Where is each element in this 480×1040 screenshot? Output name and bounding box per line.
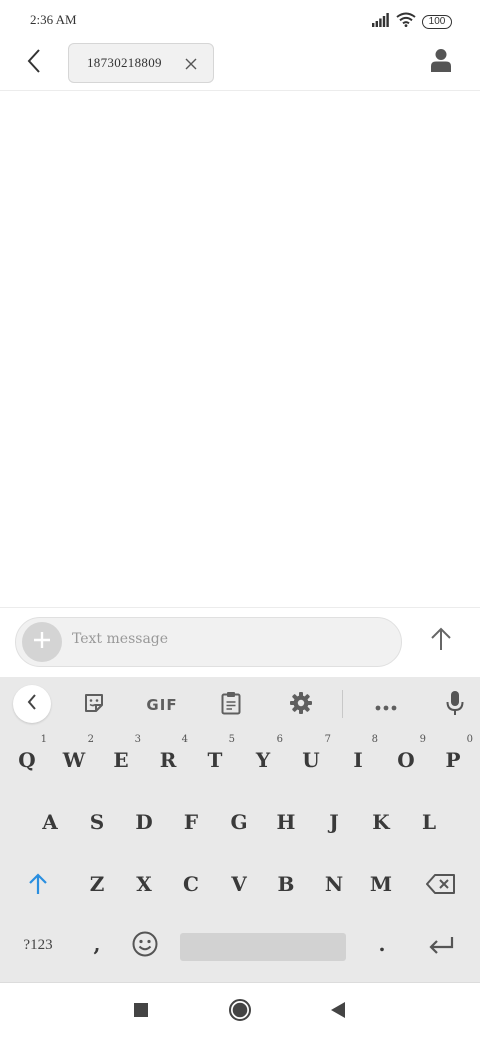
key-hint: 9 <box>419 734 426 745</box>
key-x[interactable]: X <box>124 868 164 900</box>
key-hint: 0 <box>466 734 473 745</box>
sticker-icon <box>83 692 105 718</box>
key-j[interactable]: J <box>314 806 354 838</box>
emoji-icon <box>132 931 158 962</box>
gif-button[interactable]: GIF <box>140 689 184 721</box>
chevron-left-icon <box>27 694 37 714</box>
status-time: 2:36 AM <box>30 12 77 27</box>
key-label: Q <box>18 748 36 772</box>
compose-divider <box>0 607 480 608</box>
send-button[interactable] <box>424 623 458 659</box>
key-hint: 3 <box>134 734 141 745</box>
key-f[interactable]: F <box>171 806 211 838</box>
key-v[interactable]: V <box>219 868 259 900</box>
key-k[interactable]: K <box>361 806 401 838</box>
more-button[interactable] <box>370 689 402 721</box>
attach-button[interactable] <box>22 622 62 662</box>
sticker-button[interactable] <box>78 689 110 721</box>
settings-button[interactable] <box>285 689 317 721</box>
key-hint: 5 <box>228 734 235 745</box>
key-hint: 7 <box>324 734 331 745</box>
person-icon <box>431 48 451 76</box>
shift-arrow-icon <box>28 872 48 900</box>
key-n[interactable]: N <box>314 868 354 900</box>
period-key[interactable]: . <box>365 928 399 960</box>
plus-icon <box>32 630 52 654</box>
key-hint: 1 <box>40 734 47 745</box>
key-s[interactable]: S <box>77 806 117 838</box>
key-q[interactable]: Q1 <box>7 734 47 776</box>
battery-icon: 100 <box>422 14 452 29</box>
contact-button[interactable] <box>424 44 458 80</box>
key-label: Y <box>255 748 271 772</box>
clipboard-icon <box>221 691 241 719</box>
key-h[interactable]: H <box>266 806 306 838</box>
chevron-left-icon <box>27 49 41 77</box>
key-w[interactable]: W2 <box>54 734 94 776</box>
microphone-icon <box>446 690 464 720</box>
key-i[interactable]: I8 <box>338 734 378 776</box>
key-a[interactable]: A <box>30 806 70 838</box>
key-t[interactable]: T5 <box>195 734 235 776</box>
key-label: O <box>397 748 415 772</box>
backspace-icon <box>426 873 456 899</box>
key-label: W <box>62 748 86 772</box>
key-b[interactable]: B <box>266 868 306 900</box>
key-l[interactable]: L <box>409 806 449 838</box>
key-e[interactable]: E3 <box>101 734 141 776</box>
triangle-back-icon <box>330 1001 346 1023</box>
clipboard-button[interactable] <box>215 689 247 721</box>
conversation-area <box>0 91 480 607</box>
recents-button[interactable] <box>124 995 158 1029</box>
gear-icon <box>289 691 313 719</box>
key-p[interactable]: P0 <box>433 734 473 776</box>
remove-recipient-button[interactable] <box>183 56 199 72</box>
home-button[interactable] <box>223 995 257 1029</box>
arrow-up-icon <box>430 627 452 655</box>
key-hint: 4 <box>181 734 188 745</box>
recipient-chip[interactable]: 18730218809 <box>68 43 214 83</box>
enter-icon <box>428 935 454 959</box>
signal-icon <box>372 12 390 31</box>
key-c[interactable]: C <box>171 868 211 900</box>
key-u[interactable]: U7 <box>291 734 331 776</box>
keyboard-collapse-button[interactable] <box>13 685 51 723</box>
recipient-number: 18730218809 <box>87 55 162 70</box>
status-icons: 100 <box>372 12 452 31</box>
key-hint: 8 <box>371 734 378 745</box>
gif-label: GIF <box>146 696 178 714</box>
back-button[interactable] <box>18 46 50 80</box>
symbols-key[interactable]: ?123 <box>14 930 62 960</box>
circle-icon <box>228 998 252 1026</box>
key-z[interactable]: Z <box>77 868 117 900</box>
key-label: E <box>113 748 129 772</box>
enter-key[interactable] <box>420 932 462 962</box>
key-label: I <box>353 748 363 772</box>
key-label: R <box>159 748 177 772</box>
key-m[interactable]: M <box>361 868 401 900</box>
backspace-key[interactable] <box>420 870 462 902</box>
key-d[interactable]: D <box>124 806 164 838</box>
space-bar[interactable] <box>180 933 346 961</box>
toolbar-separator <box>342 690 343 718</box>
voice-input-button[interactable] <box>439 689 471 721</box>
wifi-icon <box>396 12 416 31</box>
key-g[interactable]: G <box>219 806 259 838</box>
shift-key[interactable] <box>18 870 58 902</box>
key-label: P <box>445 748 461 772</box>
key-label: U <box>302 748 320 772</box>
comma-key[interactable]: , <box>80 928 114 960</box>
key-r[interactable]: R4 <box>148 734 188 776</box>
key-label: T <box>207 748 223 772</box>
key-y[interactable]: Y6 <box>243 734 283 776</box>
key-hint: 6 <box>276 734 283 745</box>
key-hint: 2 <box>87 734 94 745</box>
more-dots-icon <box>375 696 397 715</box>
key-o[interactable]: O9 <box>386 734 426 776</box>
square-icon <box>133 1002 149 1022</box>
emoji-key[interactable] <box>126 929 164 963</box>
message-input[interactable] <box>72 629 392 649</box>
system-back-button[interactable] <box>321 995 355 1029</box>
close-icon <box>185 55 197 74</box>
